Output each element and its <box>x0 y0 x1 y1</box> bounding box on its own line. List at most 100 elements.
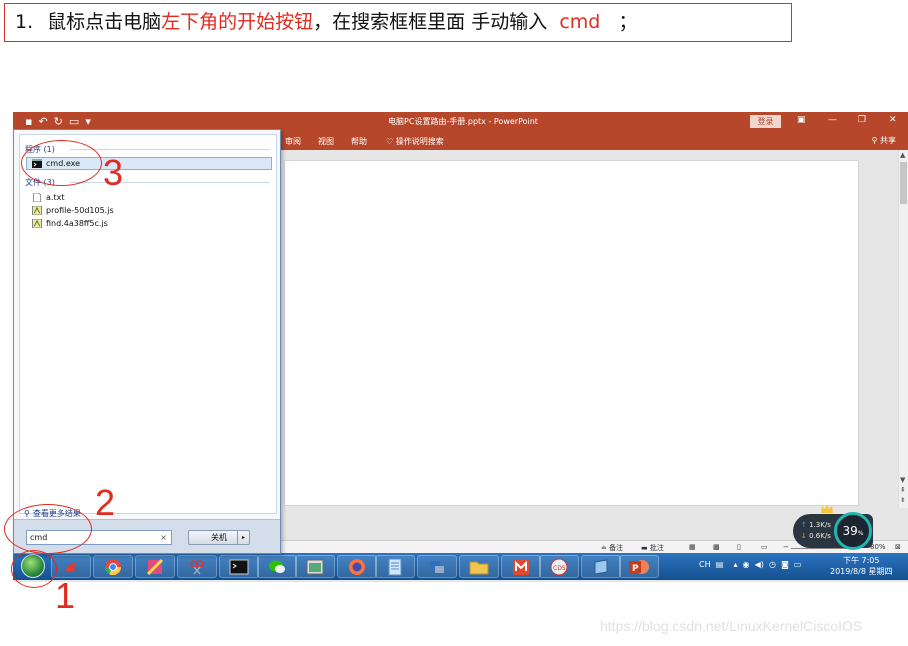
instruction-semicolon: ； <box>618 11 638 33</box>
restore-icon[interactable]: ❐ <box>858 115 866 125</box>
gauge-unit: % <box>857 530 864 537</box>
taskbar-app-notepad[interactable] <box>375 555 415 578</box>
step-number: 1. <box>15 11 34 33</box>
gauge-percent: 39 <box>842 524 858 538</box>
slide-editor <box>281 150 897 508</box>
taskbar-app-virtualbox[interactable] <box>581 555 621 578</box>
taskbar-clock[interactable]: 下午 7:05 2019/8/8 星期四 <box>830 555 892 577</box>
clock-tray-icon[interactable]: ◷ <box>766 560 776 569</box>
comments-button[interactable]: ▬ 批注 <box>641 543 664 553</box>
tab-help[interactable]: 帮助 <box>351 136 367 147</box>
clock-time: 下午 7:05 <box>842 556 880 565</box>
clear-search-icon[interactable]: × <box>160 531 167 544</box>
fit-slide-icon[interactable]: ⊠ <box>895 543 901 551</box>
qq-icon[interactable]: ◉ <box>740 560 750 569</box>
memory-usage-gauge[interactable]: 39% <box>834 512 872 550</box>
taskbar-app-powerpoint[interactable]: P <box>619 555 659 578</box>
result-label: a.txt <box>46 193 65 202</box>
tell-me-label: 操作说明搜索 <box>395 137 444 146</box>
taskbar-app-network-tool[interactable] <box>417 555 457 578</box>
shutdown-label: 关机 <box>211 533 227 542</box>
tab-view[interactable]: 视图 <box>318 136 334 147</box>
volume-icon[interactable]: ◀) <box>752 560 764 569</box>
zoom-slider[interactable] <box>791 548 851 549</box>
scroll-up-icon[interactable]: ▲ <box>900 151 905 159</box>
save-icon[interactable]: ▪ <box>25 115 38 128</box>
system-tray: CH ▤ ▴ ◉ ◀) ◷ ◙ ▭ <box>699 560 802 569</box>
svg-text:P: P <box>632 564 639 574</box>
taskbar: CDS P CH ▤ ▴ ◉ ◀) ◷ ◙ ▭ 下午 7:05 2019/8/8… <box>13 553 908 580</box>
slideshow-icon[interactable]: ▭ <box>761 543 768 551</box>
network-tray-icon[interactable]: ◙ <box>779 560 789 569</box>
taskbar-app-console[interactable] <box>219 555 259 578</box>
crown-icon <box>821 505 833 513</box>
scroll-thumb[interactable] <box>900 162 907 204</box>
taskbar-app-file-explorer[interactable] <box>459 555 499 578</box>
login-button[interactable]: 登录 <box>750 115 781 128</box>
instruction-text-before: 鼠标点击电脑 <box>47 11 162 33</box>
quick-access-toolbar: ▪↶↻▭▾ <box>25 115 97 128</box>
keyboard-icon[interactable]: ▤ <box>713 560 731 569</box>
lightbulb-icon: ♡ <box>386 137 394 146</box>
script-file-icon <box>32 206 42 215</box>
shutdown-button[interactable]: 关机 ▸ <box>188 530 250 545</box>
upload-speed: ↑ 1.3K/s <box>801 521 831 529</box>
result-file[interactable]: find.4a38ff5c.js <box>32 217 108 230</box>
slide-canvas[interactable] <box>284 160 859 506</box>
clock-date: 2019/8/8 星期四 <box>830 567 893 576</box>
annotation-number-3: 3 <box>103 152 124 193</box>
taskbar-app-mail[interactable] <box>501 555 541 578</box>
input-language[interactable]: CH <box>699 560 711 569</box>
person-icon: ⚲ <box>871 136 878 145</box>
taskbar-app-snipping-tool[interactable] <box>177 555 217 578</box>
prev-slide-icon[interactable]: ⇞ <box>900 486 906 494</box>
next-slide-icon[interactable]: ⇟ <box>900 496 906 504</box>
tray-expand-icon[interactable]: ▴ <box>733 560 737 569</box>
divider <box>70 182 270 183</box>
document-title: 电脑PC设置路由-手册.pptx - PowerPoint <box>388 117 538 126</box>
tab-review[interactable]: 审阅 <box>285 136 301 147</box>
vertical-scrollbar[interactable]: ▲ ▼ ⇞ ⇟ <box>898 150 908 508</box>
result-file[interactable]: a.txt <box>32 191 64 204</box>
divider <box>70 149 270 150</box>
taskbar-app-xmind[interactable] <box>135 555 175 578</box>
present-icon[interactable]: ▭ <box>69 115 85 128</box>
undo-icon[interactable]: ↶ <box>38 115 53 128</box>
start-menu: 程序 (1) cmd.exe 文件 (3) a.txt profile-50d1… <box>13 129 281 554</box>
taskbar-app-firefox[interactable] <box>337 555 377 578</box>
normal-view-icon[interactable]: ▦ <box>689 543 696 551</box>
notes-button[interactable]: ≐ 备注 <box>601 543 623 553</box>
script-file-icon <box>32 219 42 228</box>
result-file[interactable]: profile-50d105.js <box>32 204 114 217</box>
instruction-text-highlight: 左下角的开始按钮 <box>161 11 314 33</box>
instruction-command: cmd <box>559 11 601 33</box>
annotation-number-1: 1 <box>55 575 76 616</box>
taskbar-app-window[interactable] <box>295 555 335 578</box>
download-speed: ↓ 0.6K/s <box>801 532 831 540</box>
watermark: https://blog.csdn.net/LinuxKernelCiscoIO… <box>600 618 863 634</box>
share-button[interactable]: ⚲ 共享 <box>872 135 896 146</box>
tell-me-search[interactable]: ♡ 操作说明搜索 <box>386 136 444 147</box>
action-center-icon[interactable]: ▭ <box>791 560 802 569</box>
result-label: profile-50d105.js <box>46 206 114 215</box>
result-label: find.4a38ff5c.js <box>46 219 108 228</box>
minimize-icon[interactable]: — <box>828 115 837 125</box>
slide-sorter-icon[interactable]: ▩ <box>713 543 720 551</box>
svg-text:CDS: CDS <box>553 565 566 572</box>
close-icon[interactable]: ✕ <box>889 115 897 125</box>
shutdown-options-icon[interactable]: ▸ <box>237 531 249 544</box>
annotation-circle-1 <box>11 550 57 588</box>
taskbar-app-chrome[interactable] <box>93 555 133 578</box>
taskbar-app-wechat[interactable] <box>257 555 297 578</box>
text-file-icon <box>32 193 42 202</box>
scroll-down-icon[interactable]: ▼ <box>900 476 905 484</box>
share-label: 共享 <box>880 136 896 145</box>
ribbon-display-icon[interactable]: ▣ <box>797 115 806 125</box>
instruction-text-after: ，在搜索框框里面 手动输入 <box>313 11 548 33</box>
zoom-out-icon[interactable]: − <box>783 543 789 551</box>
customize-icon[interactable]: ▾ <box>85 115 97 128</box>
taskbar-app-cds[interactable]: CDS <box>539 555 579 578</box>
redo-icon[interactable]: ↻ <box>54 115 69 128</box>
annotation-circle-3 <box>21 140 102 186</box>
reading-view-icon[interactable]: ▯ <box>737 543 741 551</box>
